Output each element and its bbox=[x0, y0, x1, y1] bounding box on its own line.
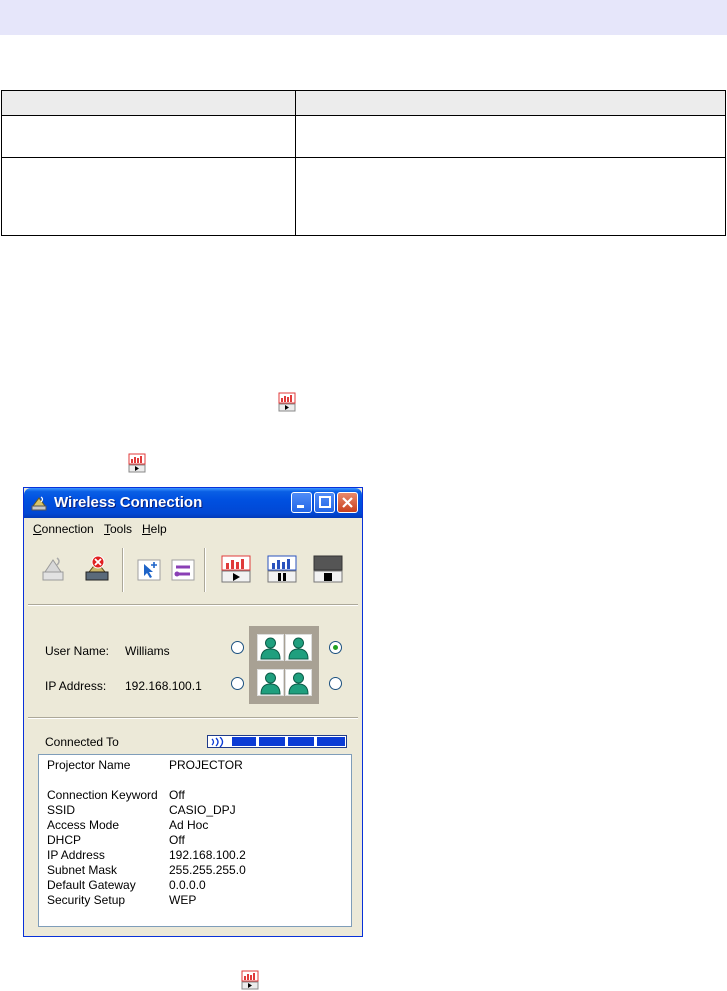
stop-projection-button[interactable] bbox=[312, 554, 344, 584]
select-pointer-button[interactable] bbox=[134, 554, 164, 584]
info-value: Ad Hoc bbox=[169, 818, 209, 832]
info-value: 255.255.255.0 bbox=[169, 863, 246, 877]
info-row-projector-name: Projector Name PROJECTOR bbox=[47, 758, 243, 772]
info-value: PROJECTOR bbox=[169, 758, 243, 772]
table-header-row bbox=[1, 90, 726, 116]
table-row bbox=[1, 115, 726, 158]
info-row-ip-address: IP Address 192.168.100.2 bbox=[47, 848, 246, 862]
user-name-label: User Name: bbox=[45, 644, 110, 658]
projector-play-icon bbox=[241, 970, 260, 990]
wireless-connection-window: Wireless Connection Connection Tools Hel… bbox=[23, 487, 363, 937]
info-label: IP Address bbox=[47, 848, 105, 862]
info-label: Subnet Mask bbox=[47, 863, 118, 877]
position-radio-top-left[interactable] bbox=[231, 641, 244, 654]
section-separator bbox=[28, 604, 358, 606]
page-header-band bbox=[0, 0, 727, 35]
close-button[interactable] bbox=[337, 492, 358, 513]
info-value: 192.168.100.2 bbox=[169, 848, 246, 862]
section-separator bbox=[28, 717, 358, 719]
menu-connection[interactable]: Connection bbox=[33, 522, 94, 536]
connection-info-panel: Projector Name PROJECTOR Connection Keywo… bbox=[38, 754, 352, 927]
table-header-cell bbox=[295, 90, 726, 116]
menu-bar: Connection Tools Help bbox=[24, 518, 362, 538]
window-title: Wireless Connection bbox=[54, 494, 203, 511]
title-bar[interactable]: Wireless Connection bbox=[24, 488, 362, 518]
toolbar bbox=[28, 540, 358, 596]
user-icon[interactable] bbox=[285, 634, 312, 661]
user-icon[interactable] bbox=[257, 669, 284, 696]
info-row-ssid: SSID CASIO_DPJ bbox=[47, 803, 236, 817]
projector-play-icon bbox=[128, 453, 147, 473]
toolbar-separator bbox=[122, 548, 124, 592]
info-value: WEP bbox=[169, 893, 197, 907]
info-label: Connection Keyword bbox=[47, 788, 158, 802]
info-value: Off bbox=[169, 788, 185, 802]
table-cell bbox=[1, 115, 296, 158]
toolbar-separator bbox=[204, 548, 206, 592]
settings-table bbox=[1, 90, 726, 236]
menu-label: onnection bbox=[41, 522, 94, 536]
signal-strength-meter bbox=[207, 735, 347, 748]
screen-position-grid bbox=[249, 626, 319, 704]
projector-play-icon bbox=[278, 392, 297, 412]
disconnect-button[interactable] bbox=[82, 554, 112, 584]
menu-mnemonic: H bbox=[142, 522, 151, 536]
radio-selected-dot bbox=[333, 645, 338, 650]
projector-wireless-icon bbox=[30, 494, 48, 512]
user-icon[interactable] bbox=[285, 669, 312, 696]
menu-mnemonic: C bbox=[33, 522, 42, 536]
ip-address-value: 192.168.100.1 bbox=[125, 679, 202, 693]
info-label: Security Setup bbox=[47, 893, 126, 907]
menu-tools[interactable]: Tools bbox=[104, 522, 132, 536]
info-label: Default Gateway bbox=[47, 878, 136, 892]
info-label: DHCP bbox=[47, 833, 82, 847]
table-header-cell bbox=[1, 90, 296, 116]
info-label: Access Mode bbox=[47, 818, 120, 832]
signal-segment bbox=[259, 737, 285, 746]
info-row-security-setup: Security Setup WEP bbox=[47, 893, 196, 907]
signal-segment bbox=[288, 737, 314, 746]
info-value: Off bbox=[169, 833, 185, 847]
menu-label: ools bbox=[110, 522, 133, 536]
ip-address-label: IP Address: bbox=[45, 679, 107, 693]
position-radio-bottom-right[interactable] bbox=[329, 677, 342, 690]
signal-segment bbox=[317, 737, 345, 746]
info-row-connection-keyword: Connection Keyword Off bbox=[47, 788, 185, 802]
wireless-signal-icon bbox=[211, 737, 224, 747]
minimize-button[interactable] bbox=[291, 492, 312, 513]
table-cell bbox=[295, 157, 726, 236]
user-name-value: Williams bbox=[125, 644, 170, 658]
table-cell bbox=[1, 157, 296, 236]
info-row-dhcp: DHCP Off bbox=[47, 833, 185, 847]
info-label: Projector Name bbox=[47, 758, 131, 772]
start-projection-button[interactable] bbox=[220, 554, 252, 584]
info-row-access-mode: Access Mode Ad Hoc bbox=[47, 818, 208, 832]
pause-projection-button[interactable] bbox=[266, 554, 298, 584]
info-row-subnet-mask: Subnet Mask 255.255.255.0 bbox=[47, 863, 246, 877]
info-label: SSID bbox=[47, 803, 76, 817]
info-value: 0.0.0.0 bbox=[169, 878, 206, 892]
info-row-default-gateway: Default Gateway 0.0.0.0 bbox=[47, 878, 206, 892]
position-radio-bottom-left[interactable] bbox=[231, 677, 244, 690]
signal-segment bbox=[232, 737, 256, 746]
info-value: CASIO_DPJ bbox=[169, 803, 236, 817]
table-cell bbox=[295, 115, 726, 158]
connected-to-label: Connected To bbox=[45, 735, 119, 749]
menu-label: elp bbox=[150, 522, 167, 536]
settings-tools-button[interactable] bbox=[168, 554, 198, 584]
position-radio-top-right[interactable] bbox=[329, 641, 342, 654]
table-row bbox=[1, 157, 726, 236]
maximize-button[interactable] bbox=[314, 492, 335, 513]
menu-help[interactable]: Help bbox=[142, 522, 167, 536]
user-icon[interactable] bbox=[257, 634, 284, 661]
connect-button[interactable] bbox=[38, 554, 68, 584]
